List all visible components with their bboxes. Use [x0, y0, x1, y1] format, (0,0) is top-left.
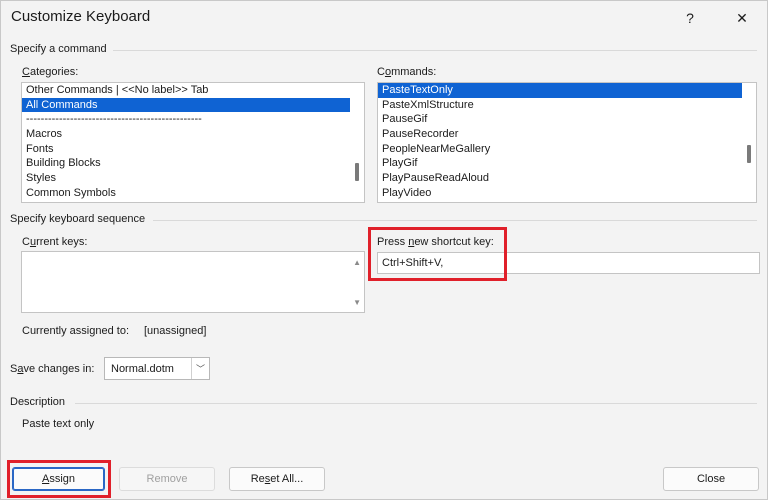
category-item[interactable]: Fonts	[22, 142, 364, 157]
command-item[interactable]: PasteTextOnly	[378, 83, 756, 98]
customize-keyboard-dialog: Customize Keyboard ? ✕ Specify a command…	[0, 0, 768, 500]
category-item[interactable]: Macros	[22, 127, 364, 142]
description-group-label: Description	[10, 396, 66, 408]
command-item[interactable]: PlayPauseReadAloud	[378, 171, 756, 186]
label-text: C	[377, 66, 385, 78]
category-item[interactable]: Building Blocks	[22, 156, 364, 171]
close-button[interactable]: Close	[663, 467, 759, 491]
close-window-button[interactable]: ✕	[719, 1, 765, 35]
keyboard-sequence-group-label: Specify keyboard sequence	[10, 213, 146, 225]
command-item[interactable]: PasteXmlStructure	[378, 98, 756, 113]
button-label: Close	[696, 473, 726, 485]
group-divider	[75, 403, 757, 404]
title-bar: Customize Keyboard ? ✕	[1, 1, 767, 35]
label-text: rrent keys:	[36, 236, 88, 248]
assign-highlight-box	[7, 460, 111, 498]
categories-listbox[interactable]: Other Commands | <<No label>> Tab All Com…	[21, 82, 365, 203]
close-icon: ✕	[736, 9, 748, 26]
label-text: ve changes in:	[23, 363, 95, 375]
button-label: Remove	[146, 473, 188, 485]
scrollbar-thumb[interactable]	[355, 163, 359, 181]
category-item[interactable]: ----------------------------------------…	[22, 112, 364, 127]
commands-listbox[interactable]: PasteTextOnly PasteXmlStructure PauseGif Pa…	[377, 82, 757, 203]
commands-scrollbar[interactable]	[742, 83, 756, 202]
categories-label: Categories:	[22, 66, 78, 78]
button-label: Re	[250, 473, 265, 485]
current-keys-label: Current keys:	[22, 236, 87, 248]
label-text: mmands:	[391, 66, 437, 78]
categories-items: Other Commands | <<No label>> Tab All Com…	[22, 83, 364, 201]
description-text: Paste text only	[22, 418, 95, 430]
command-item[interactable]: PauseRecorder	[378, 127, 756, 142]
category-item[interactable]: All Commands	[22, 97, 364, 113]
save-changes-select[interactable]: Normal.dotm ﹀	[104, 357, 210, 380]
currently-assigned-label: Currently assigned to:	[22, 325, 129, 337]
scrollbar-thumb[interactable]	[747, 145, 751, 163]
command-item[interactable]: PauseGif	[378, 112, 756, 127]
remove-button[interactable]: Remove	[119, 467, 215, 491]
currently-assigned-value: [unassigned]	[144, 325, 207, 337]
category-item[interactable]: Other Commands | <<No label>> Tab	[22, 83, 364, 98]
category-item[interactable]: Styles	[22, 171, 364, 186]
group-divider	[153, 220, 757, 221]
scroll-down-icon[interactable]: ▼	[353, 298, 361, 307]
commands-label: Commands:	[377, 66, 436, 78]
chevron-down-icon[interactable]: ﹀	[191, 358, 209, 379]
shortcut-highlight-box	[368, 227, 507, 281]
help-button[interactable]: ?	[667, 1, 713, 35]
dialog-title: Customize Keyboard	[11, 8, 151, 25]
scroll-up-icon[interactable]: ▲	[353, 258, 361, 267]
current-keys-listbox[interactable]: ▲ ▼	[21, 251, 365, 313]
save-changes-value: Normal.dotm	[111, 363, 174, 375]
group-divider	[113, 50, 757, 51]
label-text: C	[22, 236, 30, 248]
help-icon: ?	[686, 10, 694, 26]
specify-command-group-label: Specify a command	[10, 43, 107, 55]
reset-all-button[interactable]: Re s et All...	[229, 467, 325, 491]
command-item[interactable]: PlayVideo	[378, 186, 756, 201]
categories-scrollbar[interactable]	[350, 83, 364, 202]
save-changes-label: Save changes in:	[10, 363, 94, 375]
category-item[interactable]: Common Symbols	[22, 186, 364, 201]
command-item[interactable]: PlayGif	[378, 156, 756, 171]
mnemonic-char: C	[22, 66, 30, 78]
command-item[interactable]: PeopleNearMeGallery	[378, 142, 756, 157]
commands-items: PasteTextOnly PasteXmlStructure PauseGif Pa…	[378, 83, 756, 201]
button-label: et All...	[270, 473, 304, 485]
label-text: ategories:	[29, 66, 79, 78]
